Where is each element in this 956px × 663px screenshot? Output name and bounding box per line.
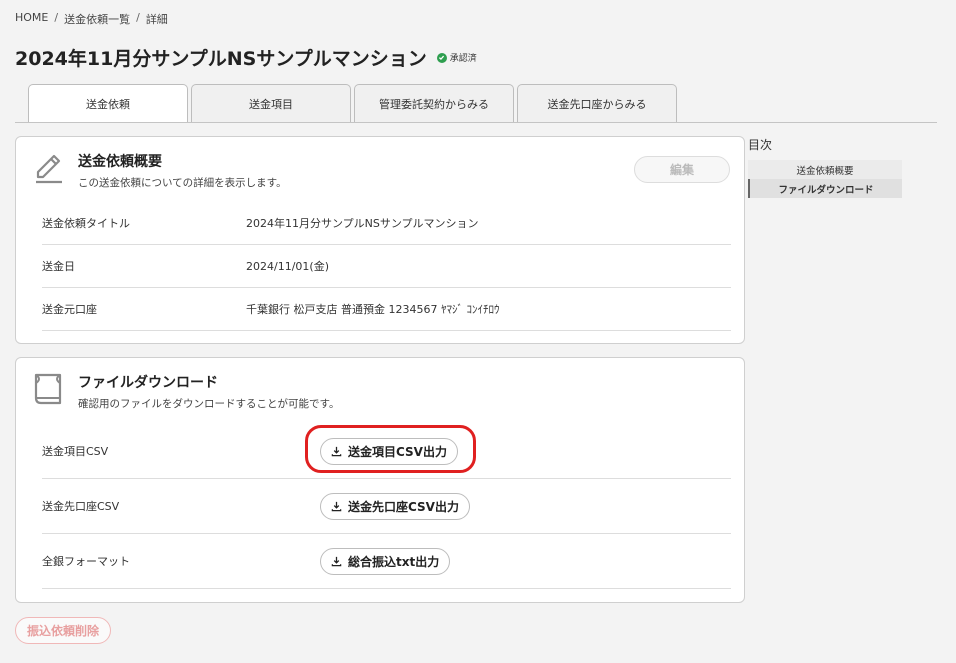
download-subtitle: 確認用のファイルをダウンロードすることが可能です。 bbox=[78, 398, 340, 410]
tab-accounts[interactable]: 送金先口座からみる bbox=[517, 84, 677, 122]
edit-button[interactable]: 編集 bbox=[634, 156, 730, 183]
breadcrumb-home[interactable]: HOME bbox=[15, 11, 48, 27]
breadcrumb-separator: / bbox=[136, 11, 140, 24]
row-value: 2024年11月分サンプルNSサンプルマンション bbox=[246, 217, 479, 230]
tab-bar: 送金依頼 送金項目 管理委託契約からみる 送金先口座からみる bbox=[28, 84, 677, 123]
table-row: 送金先口座CSV 送金先口座CSV出力 bbox=[42, 479, 731, 534]
accounts-csv-download-button[interactable]: 送金先口座CSV出力 bbox=[320, 492, 470, 520]
pencil-icon bbox=[32, 149, 66, 187]
tab-items[interactable]: 送金項目 bbox=[191, 84, 351, 122]
table-row: 送金日 2024/11/01(金) bbox=[42, 245, 731, 288]
items-csv-download-label: 送金項目CSV出力 bbox=[348, 444, 447, 459]
tab-divider bbox=[15, 122, 937, 123]
row-label: 送金先口座CSV bbox=[42, 500, 120, 513]
download-icon bbox=[331, 446, 342, 456]
document-icon bbox=[32, 370, 66, 408]
page-title: 2024年11月分サンプルNSサンプルマンション bbox=[15, 48, 427, 70]
summary-subtitle: この送金依頼についての詳細を表示します。 bbox=[78, 177, 287, 189]
summary-header: 送金依頼概要 この送金依頼についての詳細を表示します。 bbox=[32, 149, 287, 190]
download-header: ファイルダウンロード 確認用のファイルをダウンロードすることが可能です。 bbox=[32, 370, 339, 411]
row-value: 千葉銀行 松戸支店 普通預金 1234567 ﾔﾏｼﾞ ｺﾝｲﾁﾛｳ bbox=[246, 303, 500, 316]
download-icon bbox=[331, 501, 342, 511]
download-card: ファイルダウンロード 確認用のファイルをダウンロードすることが可能です。 送金項… bbox=[15, 357, 745, 603]
summary-card: 送金依頼概要 この送金依頼についての詳細を表示します。 編集 送金依頼タイトル … bbox=[15, 136, 745, 344]
table-row: 送金項目CSV 送金項目CSV出力 bbox=[42, 424, 731, 479]
title-row: 2024年11月分サンプルNSサンプルマンション 承認済 bbox=[15, 44, 477, 71]
items-csv-download-button[interactable]: 送金項目CSV出力 bbox=[320, 437, 458, 465]
breadcrumb-list[interactable]: 送金依頼一覧 bbox=[64, 11, 130, 27]
accounts-csv-download-label: 送金先口座CSV出力 bbox=[348, 499, 459, 514]
row-label: 送金項目CSV bbox=[42, 445, 109, 458]
row-label: 全銀フォーマット bbox=[42, 555, 130, 568]
tab-request[interactable]: 送金依頼 bbox=[28, 84, 188, 123]
zengin-txt-download-button[interactable]: 総合振込txt出力 bbox=[320, 547, 451, 575]
summary-title: 送金依頼概要 bbox=[78, 154, 162, 170]
status-badge: 承認済 bbox=[436, 51, 477, 64]
row-label: 送金依頼タイトル bbox=[42, 217, 130, 230]
zengin-txt-download-label: 総合振込txt出力 bbox=[348, 554, 440, 569]
table-row: 送金依頼タイトル 2024年11月分サンプルNSサンプルマンション bbox=[42, 202, 731, 245]
table-row: 全銀フォーマット 総合振込txt出力 bbox=[42, 534, 731, 589]
status-label: 承認済 bbox=[449, 54, 477, 64]
check-circle-icon bbox=[436, 52, 447, 63]
tab-contracts[interactable]: 管理委託契約からみる bbox=[354, 84, 514, 122]
download-icon bbox=[331, 556, 342, 566]
row-label: 送金元口座 bbox=[42, 303, 97, 316]
delete-request-button[interactable]: 振込依頼削除 bbox=[15, 617, 111, 644]
download-title: ファイルダウンロード bbox=[78, 375, 218, 391]
row-label: 送金日 bbox=[42, 260, 75, 273]
toc-title: 目次 bbox=[748, 138, 773, 152]
breadcrumb-current: 詳細 bbox=[145, 13, 168, 26]
toc-item-summary[interactable]: 送金依頼概要 bbox=[748, 160, 902, 179]
breadcrumb: HOME / 送金依頼一覧 / 詳細 bbox=[15, 11, 168, 27]
table-row: 送金元口座 千葉銀行 松戸支店 普通預金 1234567 ﾔﾏｼﾞ ｺﾝｲﾁﾛｳ bbox=[42, 288, 731, 331]
table-of-contents: 目次 送金依頼概要 ファイルダウンロード bbox=[748, 136, 902, 198]
breadcrumb-separator: / bbox=[54, 11, 59, 24]
toc-item-download[interactable]: ファイルダウンロード bbox=[748, 179, 902, 198]
row-value: 2024/11/01(金) bbox=[246, 260, 329, 273]
